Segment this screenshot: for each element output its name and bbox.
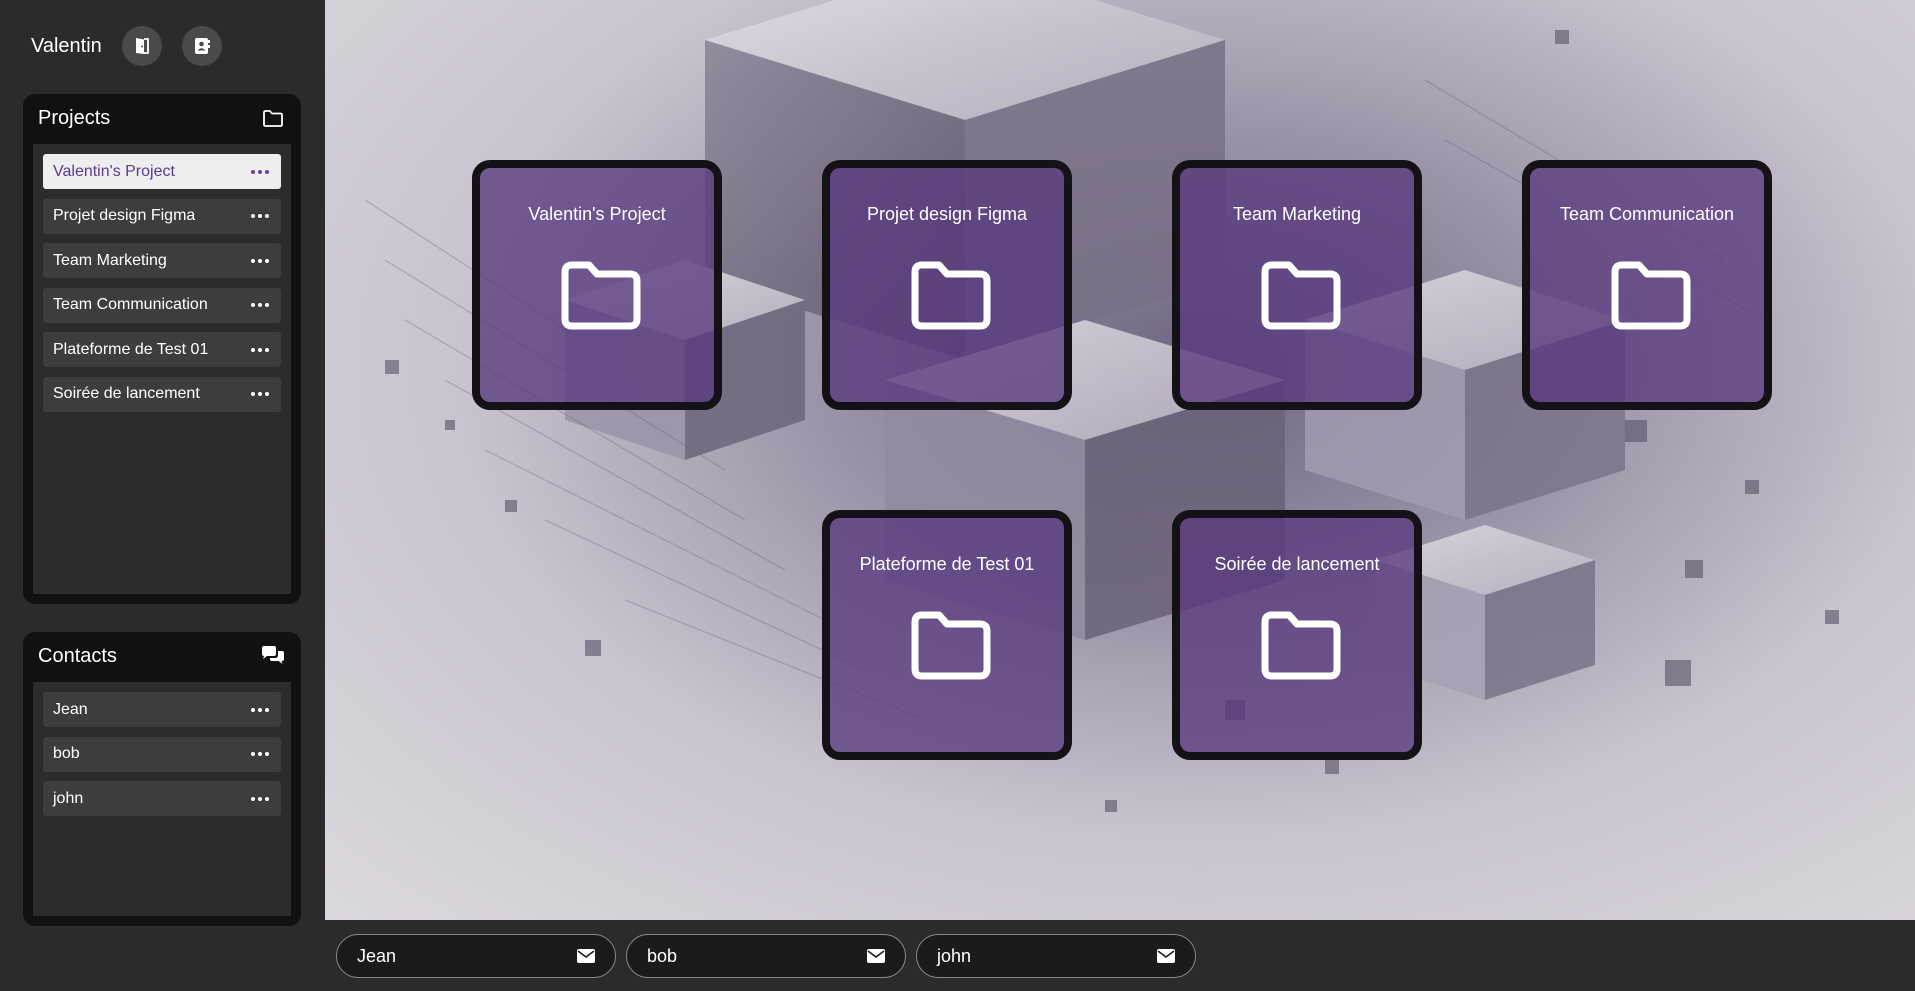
projects-title: Projects <box>38 106 111 129</box>
project-item[interactable]: Valentin's Project <box>43 154 281 189</box>
project-item[interactable]: Soirée de lancement <box>43 376 281 412</box>
contacts-panel: Contacts Jean bob john <box>23 632 301 926</box>
chat-tabs-bar: Jean bob john <box>325 920 1915 991</box>
project-item-label: Soirée de lancement <box>53 385 200 402</box>
more-options-icon[interactable] <box>249 748 271 760</box>
contacts-title: Contacts <box>38 644 117 667</box>
sidebar: Valentin Projects Valentin's Project Pro… <box>0 0 325 991</box>
projects-list: Valentin's Project Projet design Figma T… <box>33 144 291 594</box>
logout-button[interactable] <box>121 26 162 66</box>
more-options-icon[interactable] <box>249 793 271 805</box>
more-options-icon[interactable] <box>249 166 271 178</box>
project-card-title: Projet design Figma <box>866 204 1028 224</box>
chat-tab-label: Jean <box>357 945 397 966</box>
project-card[interactable]: Team Communication <box>1522 160 1772 410</box>
envelope-icon[interactable] <box>577 949 595 963</box>
door-exit-icon <box>135 38 149 54</box>
background-cubes-image <box>364 0 1839 812</box>
projects-panel: Projects Valentin's Project Projet desig… <box>23 94 301 604</box>
contact-book-icon <box>194 38 210 54</box>
project-item[interactable]: Projet design Figma <box>43 198 281 234</box>
chat-tab[interactable]: bob <box>626 934 906 978</box>
folder-icon <box>911 261 991 330</box>
project-card[interactable]: Valentin's Project <box>472 160 722 410</box>
project-item-label: Plateforme de Test 01 <box>53 340 209 358</box>
more-options-icon[interactable] <box>249 299 271 311</box>
contact-item-label: bob <box>53 745 80 762</box>
open-chats-button[interactable] <box>260 643 286 669</box>
user-header: Valentin <box>31 26 242 66</box>
folder-icon <box>1611 261 1691 330</box>
folder-outline-icon <box>263 109 283 127</box>
chat-bubbles-icon <box>262 646 284 664</box>
project-card[interactable]: Team Marketing <box>1172 160 1422 410</box>
project-item-label: Team Marketing <box>53 251 167 269</box>
project-item[interactable]: Team Marketing <box>43 243 281 278</box>
more-options-icon[interactable] <box>249 344 271 356</box>
folder-icon <box>911 611 991 680</box>
project-card[interactable]: Soirée de lancement <box>1172 510 1422 760</box>
chat-tab[interactable]: john <box>916 934 1196 978</box>
project-card-title: Valentin's Project <box>528 204 666 224</box>
folder-icon <box>1261 261 1341 330</box>
contact-item[interactable]: Jean <box>43 692 281 727</box>
folder-icon <box>1261 611 1341 680</box>
chat-tab[interactable]: Jean <box>336 934 616 978</box>
more-options-icon[interactable] <box>249 704 271 716</box>
user-name: Valentin <box>31 34 102 57</box>
project-card-title: Soirée de lancement <box>1214 554 1380 574</box>
project-card[interactable]: Plateforme de Test 01 <box>822 510 1072 760</box>
more-options-icon[interactable] <box>249 255 271 267</box>
projects-grid-area: Valentin's Project Projet design Figma T… <box>325 0 1915 920</box>
contacts-list: Jean bob john <box>33 682 291 916</box>
contact-item[interactable]: john <box>43 781 281 816</box>
project-item-label: Valentin's Project <box>53 162 175 180</box>
chat-tab-label: bob <box>647 945 678 966</box>
project-item[interactable]: Plateforme de Test 01 <box>43 332 281 367</box>
project-item-label: Team Communication <box>53 296 208 313</box>
chat-tab-label: john <box>937 945 972 966</box>
envelope-icon[interactable] <box>1157 949 1175 963</box>
envelope-icon[interactable] <box>867 949 885 963</box>
new-project-button[interactable] <box>260 105 286 131</box>
contact-item-label: Jean <box>53 700 88 718</box>
contact-item-label: john <box>53 789 84 807</box>
more-options-icon[interactable] <box>249 388 271 400</box>
more-options-icon[interactable] <box>249 210 271 222</box>
project-card-title: Team Communication <box>1559 204 1735 224</box>
contact-item[interactable]: bob <box>43 736 281 772</box>
projects-panel-header: Projects <box>23 94 301 142</box>
folder-icon <box>561 261 641 330</box>
project-card-title: Team Marketing <box>1232 204 1362 224</box>
contacts-book-button[interactable] <box>181 26 222 66</box>
project-item[interactable]: Team Communication <box>43 287 281 323</box>
project-card-title: Plateforme de Test 01 <box>859 554 1035 574</box>
project-item-label: Projet design Figma <box>53 207 196 224</box>
contacts-panel-header: Contacts <box>23 632 301 680</box>
project-card[interactable]: Projet design Figma <box>822 160 1072 410</box>
